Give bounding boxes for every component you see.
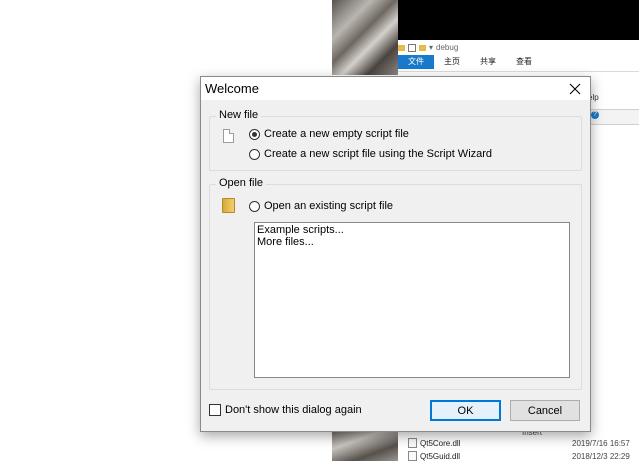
radio-button[interactable] [249, 148, 260, 160]
file-name: Qt5Core.dll [420, 438, 461, 448]
dialog-titlebar[interactable]: Welcome [201, 77, 590, 100]
radio-open-existing[interactable]: Open an existing script file [249, 200, 393, 212]
radio-button-selected[interactable] [249, 128, 260, 140]
dropdown-icon: ▾ [429, 43, 434, 52]
radio-button[interactable] [249, 200, 260, 212]
explorer-tab-home[interactable]: 主页 [434, 55, 470, 69]
new-file-group-title: New file [216, 109, 262, 121]
explorer-path: debug [436, 43, 459, 52]
desktop-wallpaper-bottom [332, 430, 398, 461]
dont-show-again-checkbox[interactable]: Don't show this dialog again [209, 404, 362, 416]
list-item-more-files[interactable]: More files... [257, 236, 567, 248]
background-window-dark [398, 0, 639, 40]
ok-button[interactable]: OK [430, 400, 501, 421]
desktop-wallpaper [332, 0, 398, 75]
recent-files-list[interactable]: Example scripts... More files... [254, 222, 570, 378]
radio-new-empty-label: Create a new empty script file [264, 128, 409, 140]
checkbox[interactable] [209, 404, 221, 416]
checkbox-icon [408, 43, 416, 52]
explorer-file-row[interactable]: Qt5Guid.dll 2018/12/3 22:29 [408, 450, 639, 462]
close-icon [569, 83, 581, 94]
close-button[interactable] [560, 77, 590, 100]
explorer-file-row[interactable]: Qt5Core.dll 2019/7/16 16:57 [408, 437, 639, 449]
folder-icon [419, 44, 426, 51]
radio-new-empty-script[interactable]: Create a new empty script file [249, 128, 409, 140]
welcome-dialog: Welcome New file Create a new empty scri… [200, 76, 591, 432]
explorer-ribbon-tabs: 文件 主页 共享 查看 [398, 55, 542, 69]
radio-open-existing-label: Open an existing script file [264, 200, 394, 212]
file-name: Qt5Guid.dll [420, 451, 461, 461]
help-icon[interactable]: ? [591, 111, 599, 119]
radio-new-wizard-label: Create a new script file using the Scrip… [264, 148, 493, 160]
explorer-tab-view[interactable]: 查看 [506, 55, 542, 69]
radio-new-wizard-script[interactable]: Create a new script file using the Scrip… [249, 148, 492, 160]
dialog-title: Welcome [205, 81, 259, 96]
file-date: 2018/12/3 22:29 [572, 451, 630, 461]
open-file-group-title: Open file [216, 177, 267, 189]
document-icon [223, 129, 234, 143]
file-date: 2019/7/16 16:57 [572, 438, 630, 448]
dont-show-again-label: Don't show this dialog again [225, 404, 362, 416]
explorer-tab-share[interactable]: 共享 [470, 55, 506, 69]
dll-file-icon [408, 451, 417, 461]
dll-file-icon [408, 438, 417, 448]
folder-icon [222, 198, 235, 213]
folder-icon [398, 44, 405, 51]
list-item-example-scripts[interactable]: Example scripts... [257, 224, 567, 236]
cancel-button[interactable]: Cancel [510, 400, 580, 421]
explorer-ribbon-divider [398, 71, 639, 72]
explorer-tab-file[interactable]: 文件 [398, 55, 434, 69]
new-file-group: New file [209, 109, 582, 171]
explorer-quick-access: ▾ debug [398, 40, 458, 55]
